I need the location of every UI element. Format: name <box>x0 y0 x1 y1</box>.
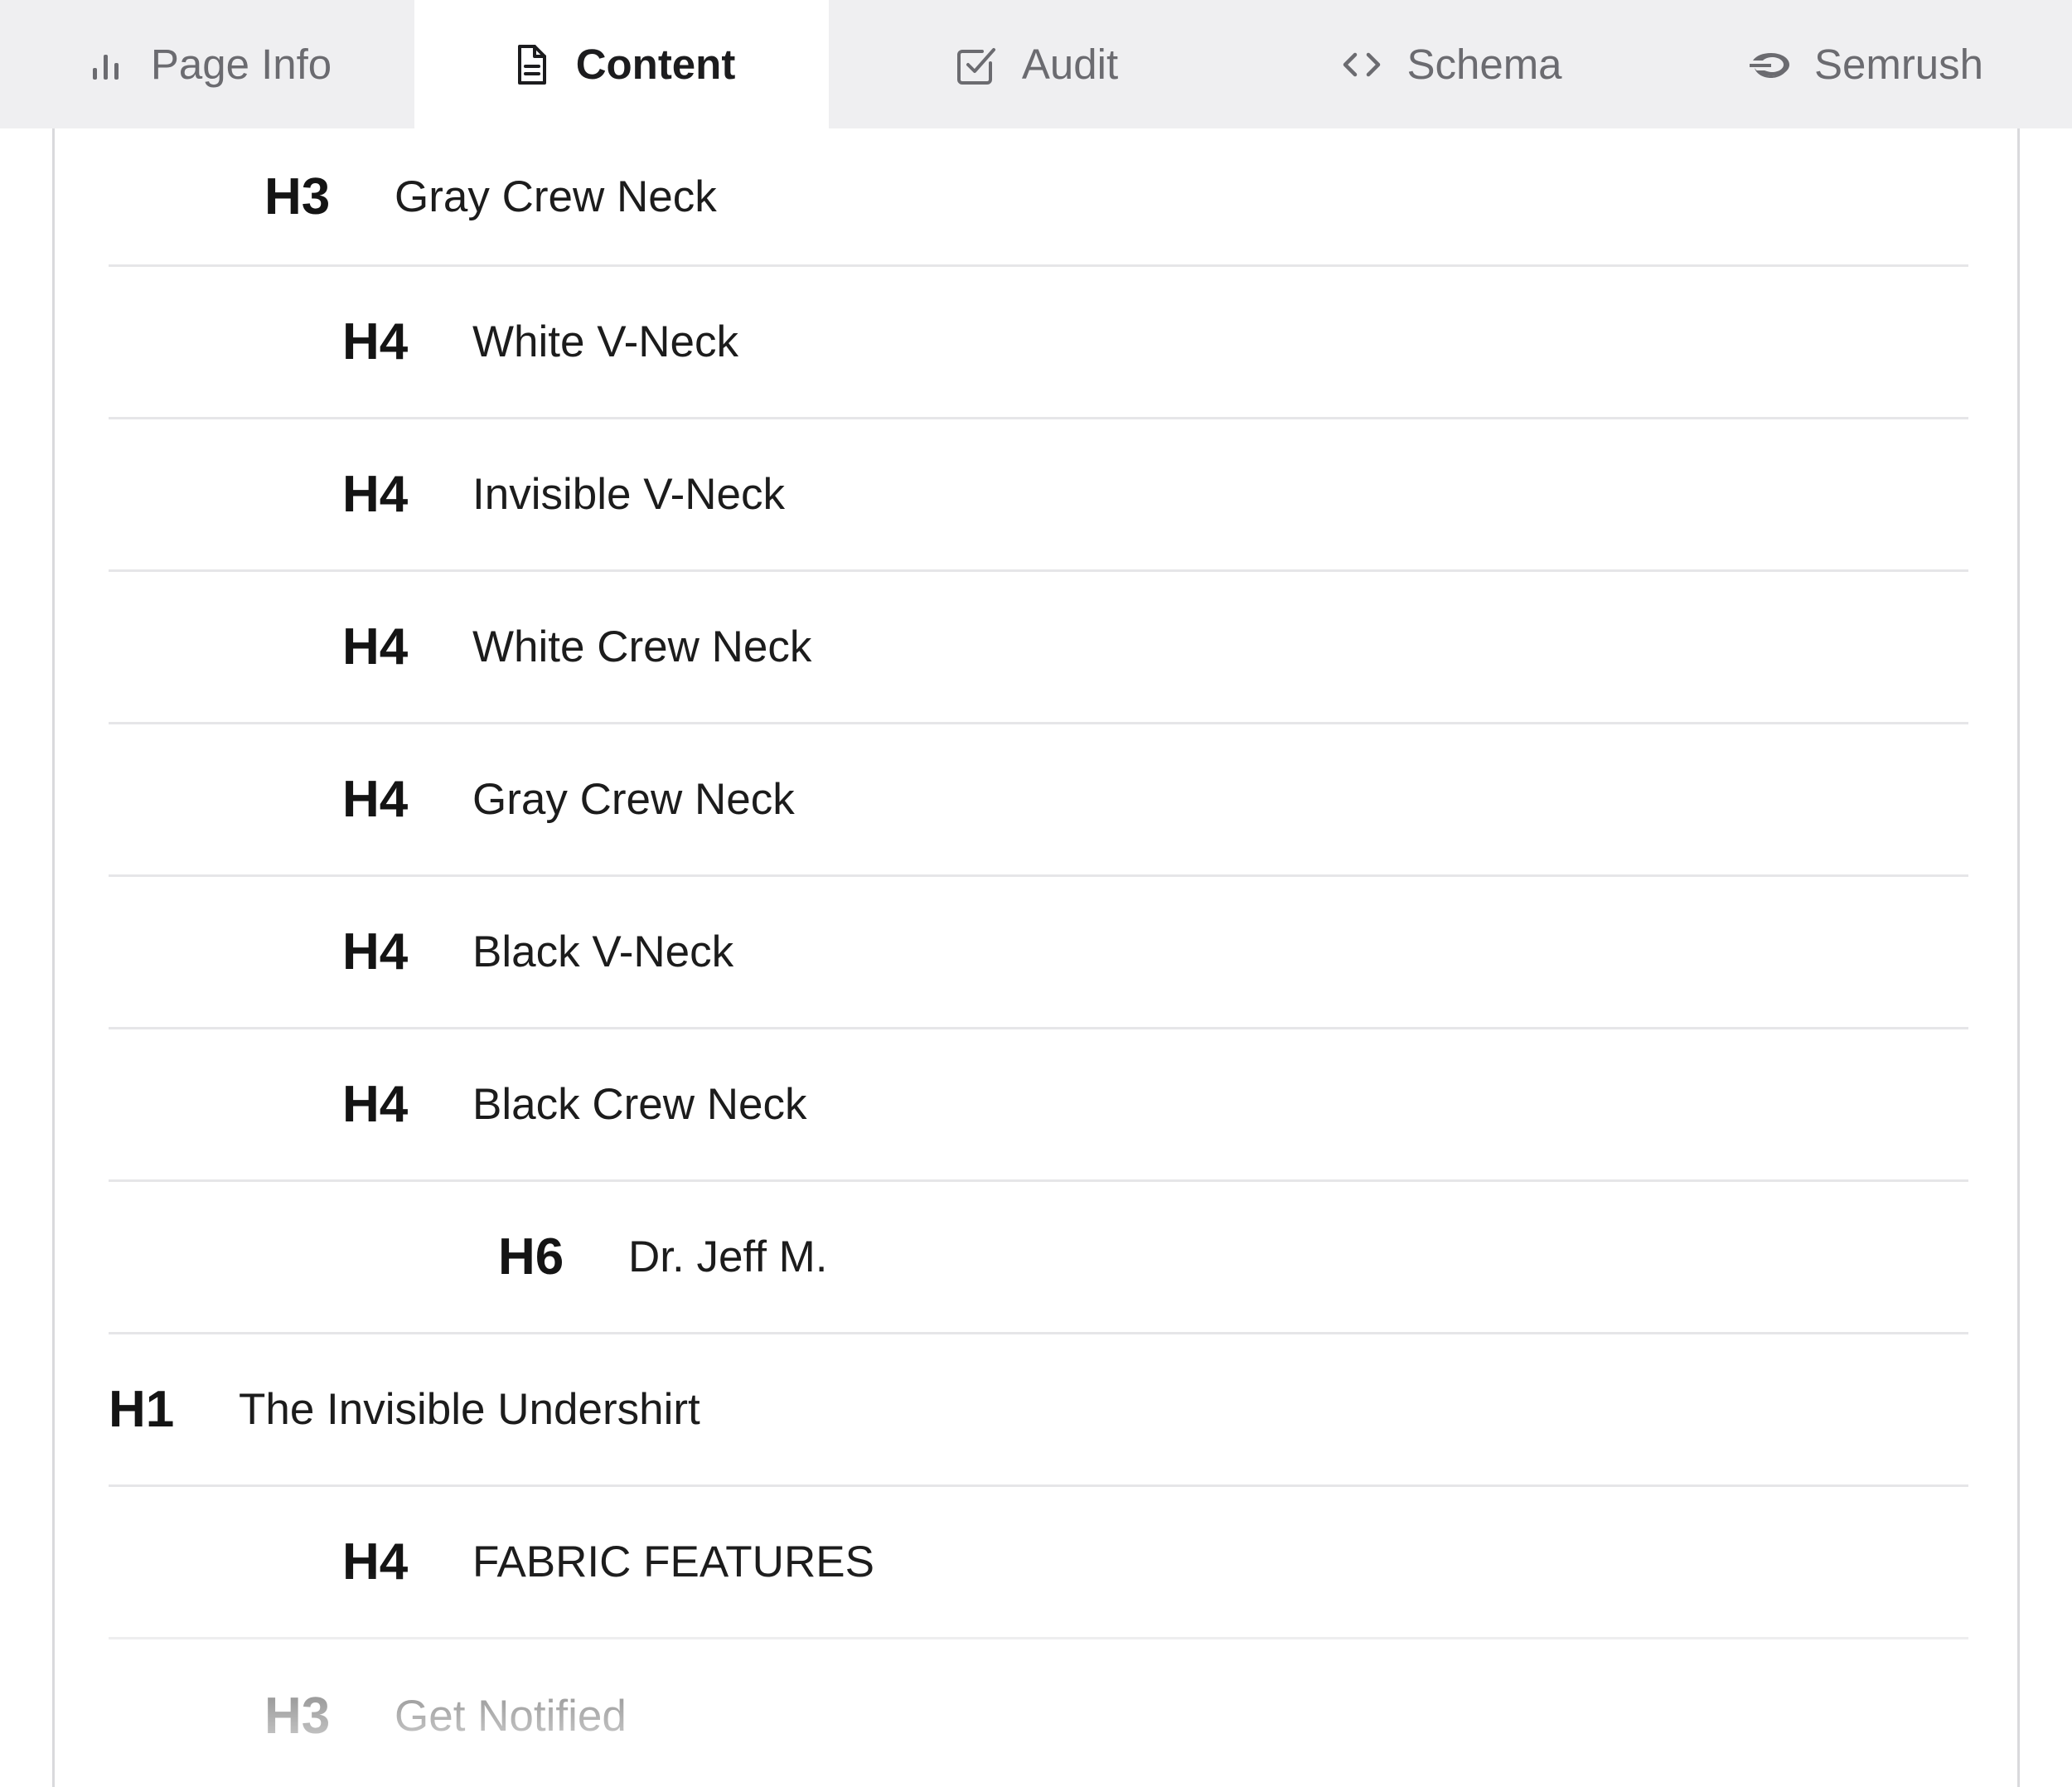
heading-tag: H1 <box>109 1381 175 1438</box>
semrush-logo-icon <box>1746 41 1793 88</box>
heading-text: FABRIC FEATURES <box>472 1538 874 1586</box>
heading-text: Get Notified <box>395 1691 627 1741</box>
heading-row[interactable]: H4 Gray Crew Neck <box>109 724 1968 877</box>
heading-row[interactable]: H4 Black Crew Neck <box>109 1029 1968 1182</box>
heading-tag: H6 <box>498 1228 564 1286</box>
heading-row[interactable]: H3 Get Notified <box>109 1639 1968 1787</box>
code-brackets-icon <box>1339 41 1385 88</box>
heading-tag: H4 <box>342 618 409 676</box>
heading-text: Black V-Neck <box>472 927 734 976</box>
heading-tag: H4 <box>342 771 409 828</box>
heading-tag: H4 <box>342 1533 409 1591</box>
heading-text: The Invisible Undershirt <box>239 1385 700 1434</box>
heading-text: Gray Crew Neck <box>395 172 717 221</box>
heading-tag: H4 <box>342 313 409 370</box>
tab-label: Content <box>575 41 736 88</box>
bar-chart-icon <box>83 41 129 88</box>
heading-tag: H4 <box>342 923 409 981</box>
tab-schema[interactable]: Schema <box>1243 0 1658 128</box>
heading-tag: H3 <box>264 1687 331 1745</box>
heading-text: Black Crew Neck <box>472 1080 807 1129</box>
heading-text: White V-Neck <box>472 317 739 366</box>
tab-content[interactable]: Content <box>414 0 829 128</box>
heading-row[interactable]: H4 White V-Neck <box>109 267 1968 419</box>
heading-structure-panel: H3 Gray Crew Neck H4 White V-Neck H4 Inv… <box>52 128 2020 1787</box>
heading-row[interactable]: H4 FABRIC FEATURES <box>109 1487 1968 1639</box>
heading-text: Invisible V-Neck <box>472 470 786 519</box>
tab-label: Schema <box>1406 41 1562 88</box>
heading-text: Dr. Jeff M. <box>628 1232 828 1281</box>
document-icon <box>508 41 554 88</box>
tab-label: Semrush <box>1813 41 1984 88</box>
heading-row[interactable]: H4 Invisible V-Neck <box>109 419 1968 572</box>
tab-bar: Page Info Content Audit Schema Semrush <box>0 0 2072 128</box>
tab-page-info[interactable]: Page Info <box>0 0 414 128</box>
tab-label: Audit <box>1021 41 1119 88</box>
heading-row[interactable]: H6 Dr. Jeff M. <box>109 1182 1968 1334</box>
heading-tag: H4 <box>342 1076 409 1133</box>
heading-tag: H3 <box>264 167 331 225</box>
tab-audit[interactable]: Audit <box>829 0 1243 128</box>
heading-row[interactable]: H3 Gray Crew Neck <box>109 128 1968 267</box>
heading-row[interactable]: H4 Black V-Neck <box>109 877 1968 1029</box>
checkbox-icon <box>954 41 1000 88</box>
tab-semrush[interactable]: Semrush <box>1658 0 2072 128</box>
heading-row[interactable]: H1 The Invisible Undershirt <box>109 1334 1968 1487</box>
heading-tag: H4 <box>342 466 409 523</box>
tab-label: Page Info <box>150 41 332 88</box>
heading-text: White Crew Neck <box>472 622 812 671</box>
heading-row[interactable]: H4 White Crew Neck <box>109 572 1968 724</box>
heading-list: H3 Gray Crew Neck H4 White V-Neck H4 Inv… <box>109 128 1968 1787</box>
heading-text: Gray Crew Neck <box>472 775 795 824</box>
